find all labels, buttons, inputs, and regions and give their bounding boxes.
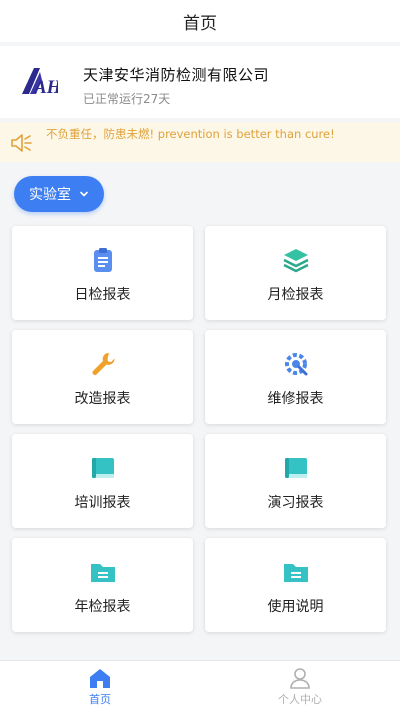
book-icon: [91, 458, 114, 478]
card-label: 演习报表: [267, 495, 324, 511]
folder-icon: [283, 564, 308, 582]
card-label: 使用说明: [267, 599, 324, 615]
card-label: 日检报表: [74, 287, 131, 303]
card-daily-report[interactable]: 日检报表: [12, 226, 193, 320]
card-drill-report[interactable]: 演习报表: [205, 434, 386, 528]
card-repair-report[interactable]: 维修报表: [205, 330, 386, 424]
company-header: AH 天津安华消防检测有限公司 已正常运行27天: [0, 46, 400, 118]
report-grid: 日检报表 月检报表 改造报表 维修报表 培训报表 演习报表 年检报表 使用说明: [12, 226, 386, 632]
card-label: 培训报表: [74, 495, 131, 511]
lab-selector[interactable]: 实验室: [14, 176, 104, 212]
user-icon: [290, 668, 310, 689]
page-title: 首页: [183, 13, 217, 34]
wrench-icon: [92, 352, 115, 375]
card-renovation-report[interactable]: 改造报表: [12, 330, 193, 424]
card-label: 年检报表: [74, 599, 131, 615]
tab-home-label: 首页: [89, 693, 111, 706]
notice-banner: 不负重任，防患未燃! prevention is better than cur…: [0, 122, 400, 162]
card-label: 改造报表: [74, 391, 131, 407]
tab-profile[interactable]: 个人中心: [200, 661, 400, 711]
company-status: 已正常运行27天: [83, 92, 171, 106]
card-monthly-report[interactable]: 月检报表: [205, 226, 386, 320]
layers-icon: [282, 249, 309, 273]
tab-profile-label: 个人中心: [278, 693, 322, 706]
clipboard-icon: [93, 248, 112, 272]
company-logo: AH: [22, 68, 58, 96]
card-annual-inspection-report[interactable]: 年检报表: [12, 538, 193, 632]
notice-text: 不负重任，防患未燃! prevention is better than cur…: [46, 127, 335, 141]
speaker-icon: [11, 134, 32, 152]
logo-lettering: AH: [33, 77, 58, 96]
folder-icon: [90, 564, 115, 582]
card-label: 月检报表: [267, 287, 324, 303]
card-label: 维修报表: [267, 391, 324, 407]
company-name: 天津安华消防检测有限公司: [83, 66, 270, 84]
card-training-report[interactable]: 培训报表: [12, 434, 193, 528]
book-icon: [284, 458, 307, 478]
card-instructions[interactable]: 使用说明: [205, 538, 386, 632]
gear-wrench-icon: [284, 353, 307, 376]
bottom-tab-bar: 首页 个人中心: [0, 660, 400, 711]
home-icon: [90, 669, 110, 688]
tab-home[interactable]: 首页: [0, 661, 200, 711]
chevron-down-icon: [80, 191, 88, 197]
lab-selector-label: 实验室: [29, 187, 71, 203]
top-bar: 首页: [0, 0, 400, 42]
